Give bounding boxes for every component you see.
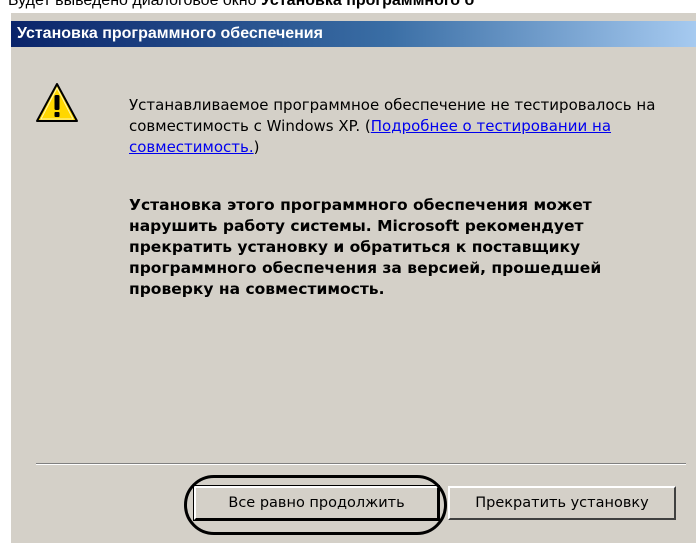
compatibility-dialog: Установка программного обеспечения Устан… [11,13,696,543]
warning-icon [36,83,78,122]
caption-text: Будет выведено диалоговое окно Установка… [0,0,696,13]
continue-anyway-button[interactable]: Все равно продолжить [193,485,440,521]
dialog-title: Установка программного обеспечения [17,25,323,42]
message-close-paren: ) [253,138,260,156]
page: Будет выведено диалоговое окно Установка… [0,0,696,543]
dialog-titlebar[interactable]: Установка программного обеспечения [11,21,696,47]
caption-prefix: Будет выведено диалоговое окно [8,0,261,9]
warning-text: Установка этого программного обеспечения… [129,196,602,298]
button-separator [36,463,686,465]
stop-installation-button[interactable]: Прекратить установку [448,486,676,520]
compatibility-message: Устанавливаемое программное обеспечение … [129,95,684,158]
caption-bold: Установка программного о [260,0,475,9]
